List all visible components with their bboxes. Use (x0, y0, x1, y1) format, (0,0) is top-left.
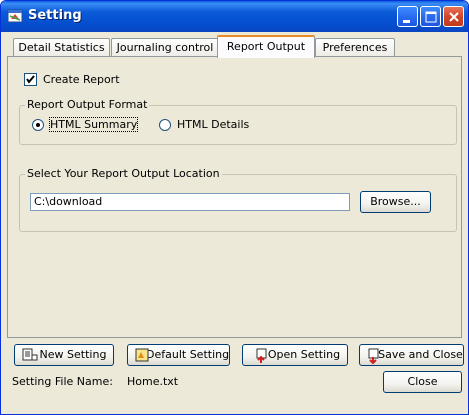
setting-file-name-label: Setting File Name: (12, 375, 113, 388)
report-location-group-title: Select Your Report Output Location (25, 167, 222, 180)
tab-report-output[interactable]: Report Output (217, 35, 315, 58)
save-and-close-button[interactable]: Save and Close (359, 344, 464, 366)
open-setting-label: Open Setting (267, 348, 341, 361)
html-summary-radio[interactable] (32, 119, 44, 131)
default-setting-icon (135, 348, 149, 369)
open-setting-button[interactable]: Open Setting (242, 344, 348, 366)
browse-button[interactable]: Browse... (360, 191, 431, 213)
maximize-icon (425, 11, 437, 23)
close-button-label: Close (407, 375, 438, 388)
title-bar[interactable]: Setting (1, 1, 468, 32)
html-details-label: HTML Details (177, 118, 250, 131)
report-format-group-title: Report Output Format (25, 98, 150, 111)
tab-label: Journaling control (116, 41, 214, 54)
create-report-label: Create Report (43, 73, 120, 86)
close-icon (449, 12, 459, 22)
settings-window: Setting Detail Statistics Journaling con… (0, 0, 469, 415)
browse-button-label: Browse... (370, 195, 421, 208)
app-icon (7, 8, 23, 24)
tab-label: Detail Statistics (18, 41, 105, 54)
window-title: Setting (28, 8, 82, 23)
tab-panel-report-output: Create Report Report Output Format HTML … (7, 56, 462, 338)
close-window-button[interactable] (443, 6, 464, 27)
setting-file-name-value: Home.txt (127, 375, 179, 388)
create-report-checkbox[interactable] (24, 73, 37, 86)
close-button[interactable]: Close (383, 371, 462, 393)
new-setting-label: New Setting (39, 348, 107, 361)
new-setting-icon (22, 348, 38, 369)
html-summary-label: HTML Summary (48, 117, 139, 132)
checkmark-icon (26, 75, 35, 84)
maximize-button[interactable] (420, 6, 441, 27)
save-and-close-label: Save and Close (378, 348, 463, 361)
save-and-close-icon (367, 348, 381, 371)
tab-preferences[interactable]: Preferences (315, 38, 395, 57)
tab-journaling-control[interactable]: Journaling control (111, 38, 219, 57)
radio-selected-dot (36, 123, 40, 127)
tab-label: Report Output (226, 40, 306, 53)
tab-label: Preferences (322, 41, 388, 54)
minimize-button[interactable] (397, 6, 418, 27)
default-setting-label: Default Setting (146, 348, 230, 361)
open-setting-icon (255, 348, 269, 371)
default-setting-button[interactable]: Default Setting (127, 344, 230, 366)
new-setting-button[interactable]: New Setting (14, 344, 114, 366)
output-location-input[interactable]: C:\download (30, 193, 350, 211)
html-details-radio[interactable] (159, 119, 171, 131)
tab-detail-statistics[interactable]: Detail Statistics (13, 38, 110, 57)
minimize-icon (403, 20, 410, 23)
